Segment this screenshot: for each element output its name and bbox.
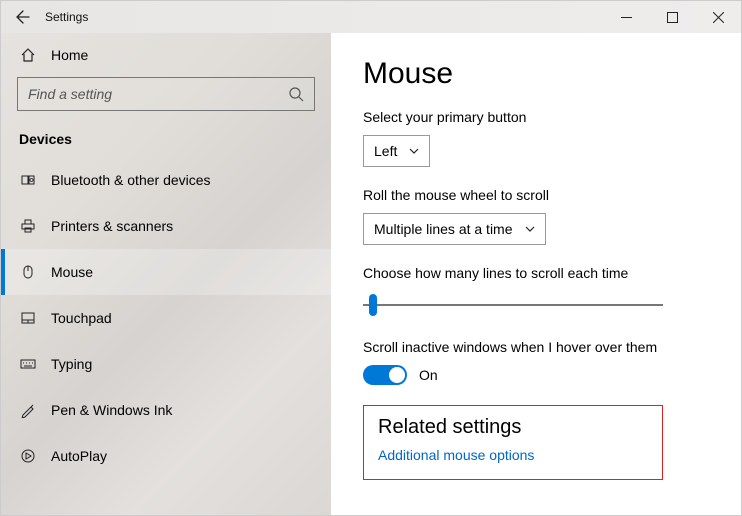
lines-label: Choose how many lines to scroll each tim… <box>363 265 721 281</box>
nav-mouse[interactable]: Mouse <box>1 249 331 295</box>
maximize-button[interactable] <box>649 1 695 33</box>
nav-label: Touchpad <box>51 310 112 326</box>
nav-label: AutoPlay <box>51 448 107 464</box>
nav-label: Bluetooth & other devices <box>51 172 211 188</box>
lines-slider[interactable] <box>363 291 663 319</box>
close-button[interactable] <box>695 1 741 33</box>
nav-label: Typing <box>51 356 92 372</box>
maximize-icon <box>667 12 678 23</box>
keyboard-icon <box>19 356 37 372</box>
pen-icon <box>19 402 37 418</box>
nav-touchpad[interactable]: Touchpad <box>1 295 331 341</box>
nav-label: Printers & scanners <box>51 218 173 234</box>
wheel-label: Roll the mouse wheel to scroll <box>363 187 721 203</box>
search-icon <box>288 86 304 102</box>
primary-button-dropdown[interactable]: Left <box>363 135 430 167</box>
toggle-state: On <box>419 367 438 383</box>
bluetooth-icon <box>19 172 37 188</box>
printer-icon <box>19 218 37 234</box>
toggle-knob <box>389 367 405 383</box>
nav-autoplay[interactable]: AutoPlay <box>1 433 331 479</box>
dropdown-value: Multiple lines at a time <box>374 221 513 237</box>
home-label: Home <box>51 47 88 63</box>
window-title: Settings <box>45 10 88 24</box>
page-heading: Mouse <box>363 57 721 91</box>
touchpad-icon <box>19 310 37 326</box>
autoplay-icon <box>19 448 37 464</box>
minimize-button[interactable] <box>603 1 649 33</box>
back-button[interactable] <box>1 1 45 33</box>
dropdown-value: Left <box>374 143 397 159</box>
category-heading: Devices <box>1 123 331 157</box>
close-icon <box>713 12 724 23</box>
arrow-left-icon <box>15 9 31 25</box>
search-box[interactable] <box>17 77 315 111</box>
nav-label: Mouse <box>51 264 93 280</box>
nav-typing[interactable]: Typing <box>1 341 331 387</box>
related-heading: Related settings <box>378 416 648 439</box>
hover-label: Scroll inactive windows when I hover ove… <box>363 339 721 355</box>
home-nav[interactable]: Home <box>1 33 331 77</box>
nav-list: Bluetooth & other devices Printers & sca… <box>1 157 331 515</box>
chevron-down-icon <box>409 148 419 154</box>
additional-mouse-options-link[interactable]: Additional mouse options <box>378 447 648 463</box>
wheel-dropdown[interactable]: Multiple lines at a time <box>363 213 546 245</box>
related-settings-box: Related settings Additional mouse option… <box>363 405 663 480</box>
hover-toggle[interactable] <box>363 365 407 385</box>
nav-label: Pen & Windows Ink <box>51 402 172 418</box>
titlebar: Settings <box>1 1 741 33</box>
content-pane: Mouse Select your primary button Left Ro… <box>331 33 741 515</box>
minimize-icon <box>621 12 632 23</box>
slider-thumb[interactable] <box>369 294 377 316</box>
mouse-icon <box>19 264 37 280</box>
nav-pen[interactable]: Pen & Windows Ink <box>1 387 331 433</box>
nav-printers[interactable]: Printers & scanners <box>1 203 331 249</box>
chevron-down-icon <box>525 226 535 232</box>
primary-button-label: Select your primary button <box>363 109 721 125</box>
slider-track <box>363 304 663 306</box>
search-input[interactable] <box>28 86 288 102</box>
nav-bluetooth[interactable]: Bluetooth & other devices <box>1 157 331 203</box>
home-icon <box>19 47 37 63</box>
sidebar: Home Devices Bluetooth & other devices <box>1 33 331 515</box>
